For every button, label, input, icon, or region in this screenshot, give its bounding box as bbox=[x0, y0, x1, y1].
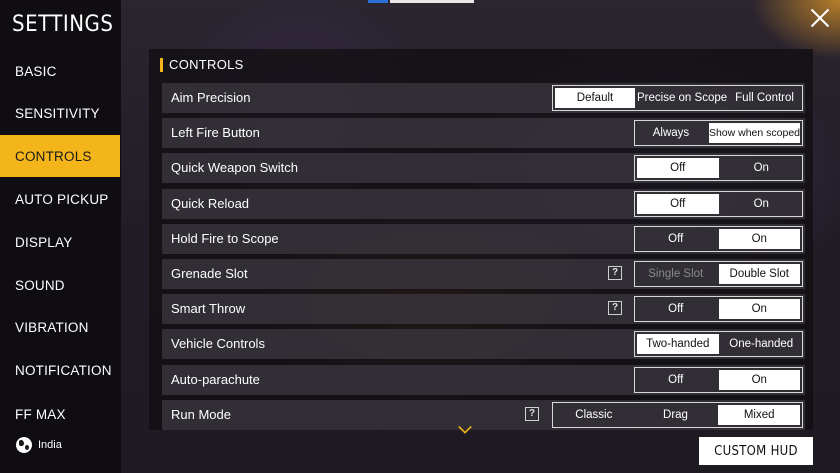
setting-label: Hold Fire to Scope bbox=[171, 231, 279, 246]
setting-row-run-mode: Run Mode ? Classic Drag Mixed bbox=[162, 400, 805, 430]
option-off[interactable]: Off bbox=[635, 368, 717, 392]
grenade-slot-toggle: Single Slot Double Slot bbox=[634, 261, 803, 287]
custom-hud-button[interactable]: CUSTOM HUD bbox=[699, 437, 813, 465]
setting-row-hold-fire-to-scope: Hold Fire to Scope Off On bbox=[162, 224, 805, 254]
sidebar-item-auto-pickup[interactable]: AUTO PICKUP bbox=[0, 178, 120, 220]
option-one-handed[interactable]: One-handed bbox=[721, 332, 803, 356]
section-title-text: CONTROLS bbox=[169, 57, 244, 72]
sidebar-item-ff-max[interactable]: FF MAX bbox=[0, 402, 120, 420]
setting-row-vehicle-controls: Vehicle Controls Two-handed One-handed bbox=[162, 329, 805, 359]
sidebar-item-controls[interactable]: CONTROLS bbox=[0, 135, 120, 177]
sidebar-item-vibration[interactable]: VIBRATION bbox=[0, 306, 120, 348]
help-icon[interactable]: ? bbox=[608, 301, 622, 315]
option-on[interactable]: On bbox=[721, 156, 803, 180]
option-off[interactable]: Off bbox=[635, 297, 717, 321]
option-classic[interactable]: Classic bbox=[553, 403, 635, 427]
option-on[interactable]: On bbox=[718, 370, 800, 390]
option-on[interactable]: On bbox=[721, 192, 803, 216]
aim-precision-toggle: Default Precise on Scope Full Control bbox=[552, 85, 803, 111]
option-full-control[interactable]: Full Control bbox=[727, 86, 802, 110]
setting-label: Quick Reload bbox=[171, 196, 250, 211]
quick-reload-toggle: Off On bbox=[634, 191, 803, 217]
setting-row-left-fire-button: Left Fire Button Always Show when scoped bbox=[162, 118, 805, 148]
setting-label: Vehicle Controls bbox=[171, 336, 265, 351]
setting-label: Aim Precision bbox=[171, 90, 251, 105]
option-on[interactable]: On bbox=[718, 299, 800, 319]
close-icon[interactable] bbox=[810, 8, 830, 28]
left-fire-button-toggle: Always Show when scoped bbox=[634, 120, 803, 146]
hold-fire-to-scope-toggle: Off On bbox=[634, 226, 803, 252]
option-off[interactable]: Off bbox=[635, 227, 717, 251]
option-precise-on-scope[interactable]: Precise on Scope bbox=[637, 86, 727, 110]
option-default[interactable]: Default bbox=[555, 88, 635, 108]
option-off[interactable]: Off bbox=[637, 158, 719, 178]
setting-row-quick-weapon-switch: Quick Weapon Switch Off On bbox=[162, 153, 805, 183]
auto-parachute-toggle: Off On bbox=[634, 367, 803, 393]
sidebar-item-basic[interactable]: BASIC bbox=[0, 50, 120, 92]
smart-throw-toggle: Off On bbox=[634, 296, 803, 322]
option-show-when-scoped[interactable]: Show when scoped bbox=[708, 123, 800, 143]
setting-label: Smart Throw bbox=[171, 301, 246, 316]
setting-row-smart-throw: Smart Throw ? Off On bbox=[162, 294, 805, 324]
sidebar-item-display[interactable]: DISPLAY bbox=[0, 221, 120, 263]
setting-label: Auto-parachute bbox=[171, 372, 260, 387]
option-double-slot[interactable]: Double Slot bbox=[718, 264, 800, 284]
help-icon[interactable]: ? bbox=[608, 266, 622, 280]
vehicle-controls-toggle: Two-handed One-handed bbox=[634, 331, 803, 357]
setting-label: Quick Weapon Switch bbox=[171, 160, 298, 175]
option-mixed[interactable]: Mixed bbox=[718, 405, 801, 425]
option-drag[interactable]: Drag bbox=[635, 403, 717, 427]
settings-sidebar: SETTINGS BASIC SENSITIVITY CONTROLS AUTO… bbox=[0, 0, 121, 473]
setting-label: Left Fire Button bbox=[171, 125, 260, 140]
region-label: India bbox=[38, 439, 62, 451]
sidebar-item-notification[interactable]: NOTIFICATION bbox=[0, 349, 120, 391]
help-icon[interactable]: ? bbox=[525, 407, 539, 421]
option-off[interactable]: Off bbox=[637, 194, 719, 214]
run-mode-toggle: Classic Drag Mixed bbox=[552, 402, 803, 428]
setting-label: Run Mode bbox=[171, 407, 231, 422]
option-two-handed[interactable]: Two-handed bbox=[637, 334, 719, 354]
option-single-slot[interactable]: Single Slot bbox=[635, 262, 717, 286]
section-accent-bar bbox=[160, 57, 163, 72]
setting-row-aim-precision: Aim Precision Default Precise on Scope F… bbox=[162, 83, 805, 113]
quick-weapon-switch-toggle: Off On bbox=[634, 155, 803, 181]
option-always[interactable]: Always bbox=[635, 121, 707, 145]
setting-label: Grenade Slot bbox=[171, 266, 248, 281]
globe-icon bbox=[16, 437, 32, 453]
setting-row-quick-reload: Quick Reload Off On bbox=[162, 189, 805, 219]
setting-row-auto-parachute: Auto-parachute Off On bbox=[162, 365, 805, 395]
sidebar-item-sound[interactable]: SOUND bbox=[0, 264, 120, 306]
option-on[interactable]: On bbox=[718, 229, 800, 249]
page-title: SETTINGS bbox=[12, 12, 114, 37]
region-selector[interactable]: India bbox=[16, 437, 62, 453]
section-title: CONTROLS bbox=[160, 57, 244, 72]
top-tab-indicator bbox=[368, 0, 474, 3]
sidebar-item-sensitivity[interactable]: SENSITIVITY bbox=[0, 92, 120, 134]
setting-row-grenade-slot: Grenade Slot ? Single Slot Double Slot bbox=[162, 259, 805, 289]
